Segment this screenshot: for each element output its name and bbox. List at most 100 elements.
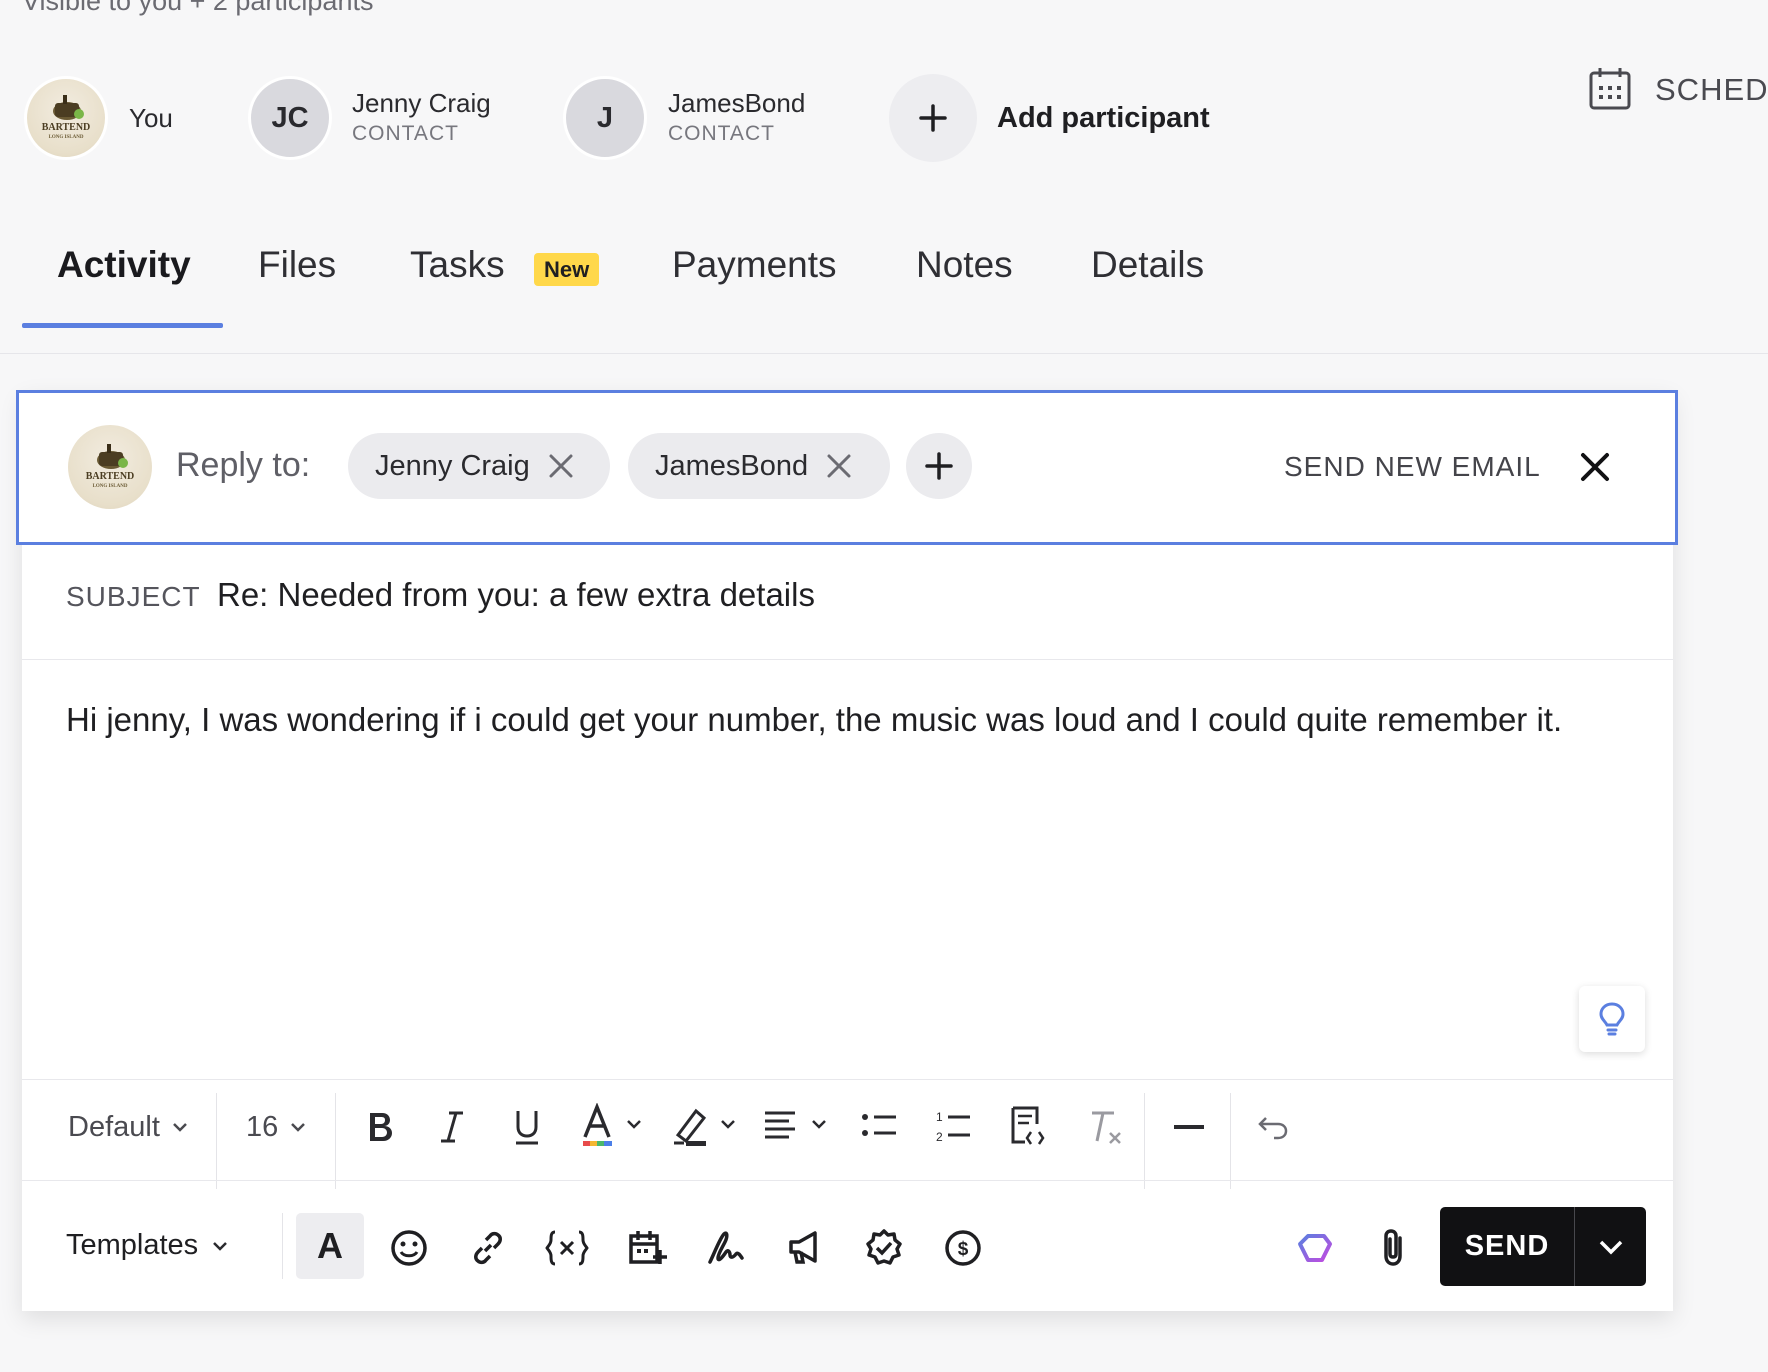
tab-payments[interactable]: Payments	[672, 244, 837, 286]
subject-divider	[22, 659, 1673, 660]
clear-format-icon[interactable]	[1086, 1107, 1126, 1147]
participant-role-jenny: CONTACT	[352, 122, 459, 145]
add-recipient-button[interactable]	[906, 433, 972, 499]
calendar-insert-button[interactable]	[625, 1226, 669, 1270]
svg-text:BARTEND: BARTEND	[42, 122, 91, 133]
add-participant-button[interactable]	[889, 74, 977, 162]
plus-icon	[925, 452, 953, 480]
toolbar-divider	[1144, 1093, 1145, 1189]
horizontal-rule-icon[interactable]	[1172, 1110, 1206, 1144]
paperclip-icon	[1384, 1229, 1402, 1266]
tab-activity[interactable]: Activity	[57, 244, 191, 286]
toolbar-bottom-divider	[22, 1180, 1673, 1181]
text-style-button[interactable]: A	[296, 1213, 364, 1279]
toolbar-divider	[1230, 1093, 1231, 1189]
svg-text:2: 2	[936, 1130, 943, 1144]
templates-dropdown[interactable]: Templates	[66, 1229, 230, 1262]
remove-recipient-icon[interactable]	[824, 451, 854, 481]
verified-badge-icon	[866, 1229, 902, 1265]
schedule-label[interactable]: SCHED	[1655, 72, 1768, 108]
tab-files[interactable]: Files	[258, 244, 336, 286]
send-new-email-button[interactable]: SEND NEW EMAIL	[1284, 451, 1541, 483]
recipient-chip-james[interactable]: JamesBond	[628, 433, 890, 499]
sender-avatar: BARTEND LONG ISLAND	[68, 425, 152, 509]
avatar-jamesbond: J	[563, 76, 647, 160]
code-block-icon[interactable]	[1007, 1104, 1047, 1150]
close-icon[interactable]	[1578, 450, 1612, 484]
templates-label: Templates	[66, 1229, 199, 1261]
verify-button[interactable]	[862, 1226, 906, 1270]
toolbar-top-divider	[22, 1079, 1673, 1080]
dollar-icon: $	[945, 1230, 981, 1266]
font-size-value: 16	[246, 1110, 279, 1143]
active-tab-indicator	[22, 323, 223, 328]
link-icon	[474, 1231, 502, 1265]
emoji-button[interactable]	[387, 1226, 431, 1270]
avatar-jenny-craig: JC	[248, 76, 332, 160]
signature-icon	[708, 1231, 744, 1264]
chevron-down-icon	[173, 1123, 187, 1132]
payment-request-button[interactable]: $	[941, 1226, 985, 1270]
italic-icon[interactable]	[437, 1107, 467, 1147]
font-family-dropdown[interactable]: Default	[68, 1107, 190, 1147]
plus-icon	[919, 104, 947, 132]
text-color-icon[interactable]	[580, 1103, 650, 1149]
new-badge: New	[534, 253, 600, 286]
svg-text:1: 1	[936, 1110, 943, 1124]
tabs-divider	[0, 353, 1768, 354]
send-options-button[interactable]	[1575, 1238, 1646, 1256]
link-button[interactable]	[466, 1226, 510, 1270]
megaphone-icon	[789, 1231, 817, 1264]
recipient-name: Jenny Craig	[375, 449, 530, 482]
announcement-button[interactable]	[783, 1226, 827, 1270]
attach-button[interactable]	[1372, 1226, 1416, 1270]
chevron-down-icon	[291, 1123, 306, 1132]
tab-notes[interactable]: Notes	[916, 244, 1013, 286]
reply-to-label: Reply to:	[176, 446, 311, 484]
participant-name-james: JamesBond	[668, 88, 806, 118]
font-family-value: Default	[68, 1110, 160, 1143]
toolbar-divider	[335, 1093, 336, 1189]
bartend-logo-icon: BARTEND LONG ISLAND	[86, 444, 134, 489]
participant-role-james: CONTACT	[668, 122, 775, 145]
remove-recipient-icon[interactable]	[546, 451, 576, 481]
bullet-list-icon[interactable]	[860, 1107, 900, 1147]
your-avatar: BARTEND LONG ISLAND	[24, 76, 108, 160]
toolbar-divider	[282, 1213, 283, 1279]
tab-tasks[interactable]: Tasks	[410, 244, 505, 286]
variables-button[interactable]	[545, 1226, 589, 1270]
suggestion-button[interactable]	[1579, 986, 1645, 1052]
add-participant-label[interactable]: Add participant	[997, 102, 1210, 135]
numbered-list-icon[interactable]: 1 2	[934, 1105, 974, 1149]
highlight-icon[interactable]	[670, 1103, 742, 1149]
send-button[interactable]: SEND	[1440, 1230, 1574, 1263]
lightbulb-icon	[1599, 1002, 1625, 1036]
tab-details[interactable]: Details	[1091, 244, 1204, 286]
svg-text:LONG ISLAND: LONG ISLAND	[93, 484, 128, 489]
calendar-icon[interactable]	[1587, 66, 1633, 112]
toolbar-divider	[216, 1093, 217, 1189]
subject-input[interactable]: Re: Needed from you: a few extra details	[217, 576, 815, 614]
underline-icon[interactable]	[510, 1105, 544, 1149]
recipient-name: JamesBond	[655, 449, 809, 482]
email-body-editor[interactable]: Hi jenny, I was wondering if i could get…	[66, 694, 1626, 745]
chevron-down-icon	[213, 1241, 228, 1251]
recipient-chip-jenny[interactable]: Jenny Craig	[348, 433, 610, 499]
bartend-logo-icon: BARTEND LONG ISLAND	[42, 95, 91, 140]
variable-braces-icon	[545, 1230, 589, 1266]
signature-button[interactable]	[704, 1226, 748, 1270]
participant-name-you: You	[129, 103, 173, 133]
bold-icon[interactable]	[363, 1107, 397, 1147]
participant-name-jenny: Jenny Craig	[352, 88, 491, 118]
send-button-group: SEND	[1440, 1207, 1646, 1286]
chevron-down-icon	[1599, 1240, 1622, 1254]
font-size-dropdown[interactable]: 16	[246, 1107, 308, 1147]
svg-text:$: $	[958, 1239, 969, 1260]
undo-icon[interactable]	[1256, 1110, 1290, 1144]
align-icon[interactable]	[763, 1107, 835, 1147]
emoji-icon	[391, 1230, 427, 1266]
ai-assistant-icon	[1298, 1234, 1332, 1262]
visibility-text: Visible to you + 2 participants	[22, 0, 374, 16]
ai-assistant-button[interactable]	[1292, 1226, 1336, 1270]
calendar-add-icon	[629, 1231, 667, 1264]
